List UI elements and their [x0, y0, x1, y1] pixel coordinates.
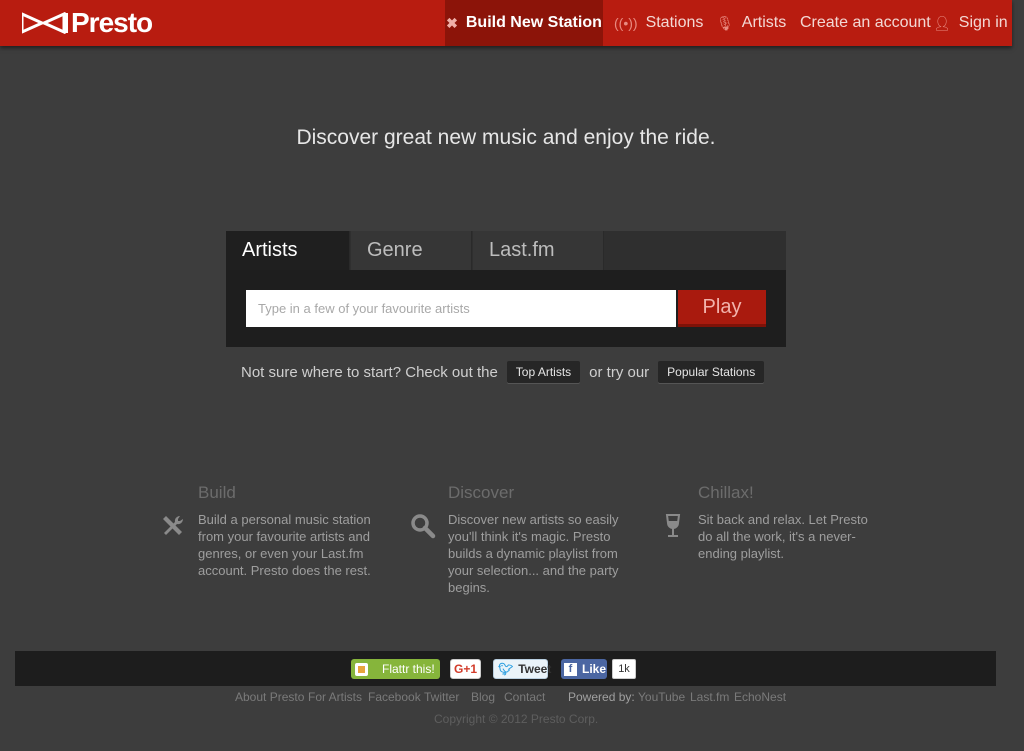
artist-search-input[interactable]: [246, 290, 676, 327]
wine-glass-icon: [665, 514, 681, 537]
user-icon: 👤︎: [933, 14, 951, 31]
footer-link-echonest[interactable]: EchoNest: [734, 690, 786, 704]
feature-build: Build Build a personal music station fro…: [163, 483, 373, 579]
presto-logo[interactable]: Presto: [22, 7, 153, 38]
tab-artists[interactable]: Artists: [226, 231, 350, 270]
hint-middle: or try our: [589, 363, 650, 381]
copyright: Copyright © 2012 Presto Corp.: [434, 712, 599, 726]
feature-build-title: Build: [198, 483, 236, 502]
nav-artists[interactable]: 🎙︎ Artists: [716, 0, 786, 46]
footer-link-facebook[interactable]: Facebook: [368, 690, 421, 704]
microphone-icon: 🎙︎: [716, 14, 734, 31]
footer-link-contact[interactable]: Contact: [504, 690, 545, 704]
tab-content: Play: [226, 270, 786, 347]
flattr-icon: [355, 662, 368, 676]
footer-link-for-artists[interactable]: For Artists: [308, 690, 362, 704]
tab-lastfm[interactable]: Last.fm: [473, 231, 604, 270]
brand-name: Presto: [71, 7, 153, 38]
hint-prefix: Not sure where to start? Check out the: [241, 363, 498, 381]
facebook-like-button[interactable]: f Like: [561, 659, 607, 679]
tab-genre[interactable]: Genre: [351, 231, 472, 270]
feature-discover: Discover Discover new artists so easily …: [411, 483, 623, 596]
play-button[interactable]: Play: [678, 290, 766, 327]
like-label: Like: [582, 662, 607, 676]
top-artists-button[interactable]: Top Artists: [506, 361, 581, 383]
nav-stations-label: Stations: [645, 14, 704, 31]
nav-create-label: Create an account: [800, 14, 931, 31]
nav-artists-label: Artists: [741, 14, 787, 31]
footer-links: About Presto For Artists Facebook Twitte…: [0, 690, 1024, 706]
feature-chillax-title: Chillax!: [698, 483, 754, 502]
twitter-bird-icon: 🐦︎: [498, 662, 514, 676]
nav-sign-in[interactable]: 👤︎ Sign in: [933, 0, 1008, 46]
nav-stations[interactable]: ((•)) Stations: [614, 0, 703, 46]
nav-build-label: Build New Station: [465, 14, 602, 31]
popular-stations-button[interactable]: Popular Stations: [658, 361, 765, 383]
tools-icon: ✖: [446, 14, 458, 31]
nav-build-new-station[interactable]: ✖ Build New Station: [445, 0, 603, 46]
feature-chillax: Chillax! Sit back and relax. Let Presto …: [665, 483, 873, 562]
presto-logo-icon: [22, 12, 68, 34]
footer-link-youtube[interactable]: YouTube: [638, 690, 685, 704]
tweet-label: Tweet: [518, 662, 552, 676]
footer-link-lastfm[interactable]: Last.fm: [690, 690, 729, 704]
footer-link-blog[interactable]: Blog: [471, 690, 495, 704]
magnifier-icon: [411, 514, 436, 539]
google-plus-button[interactable]: G+1: [450, 659, 481, 679]
nav-signin-label: Sign in: [958, 14, 1008, 31]
top-navigation-bar: Presto ✖ Build New Station ((•)) Station…: [0, 0, 1012, 46]
source-tabs: Artists Genre Last.fm: [226, 231, 786, 270]
feature-chillax-text: Sit back and relax. Let Presto do all th…: [698, 512, 868, 561]
broadcast-icon: ((•)): [614, 15, 638, 31]
facebook-icon: f: [564, 662, 577, 676]
flattr-label: Flattr this!: [382, 662, 435, 676]
start-hint: Not sure where to start? Check out the T…: [241, 361, 773, 383]
flattr-button[interactable]: Flattr this!: [351, 659, 440, 679]
nav-create-account[interactable]: Create an account: [800, 0, 931, 46]
tools-icon: [163, 515, 184, 535]
tweet-button[interactable]: 🐦︎ Tweet: [493, 659, 552, 679]
footer-link-about[interactable]: About Presto: [235, 690, 304, 704]
powered-by-label: Powered by:: [568, 690, 635, 704]
footer-link-twitter[interactable]: Twitter: [424, 690, 459, 704]
feature-discover-text: Discover new artists so easily you'll th…: [448, 512, 619, 595]
like-count: 1k: [612, 659, 636, 679]
feature-discover-title: Discover: [448, 483, 515, 502]
station-builder-panel: Artists Genre Last.fm Play: [226, 231, 786, 347]
feature-build-text: Build a personal music station from your…: [198, 512, 371, 578]
hero-tagline: Discover great new music and enjoy the r…: [296, 126, 716, 149]
